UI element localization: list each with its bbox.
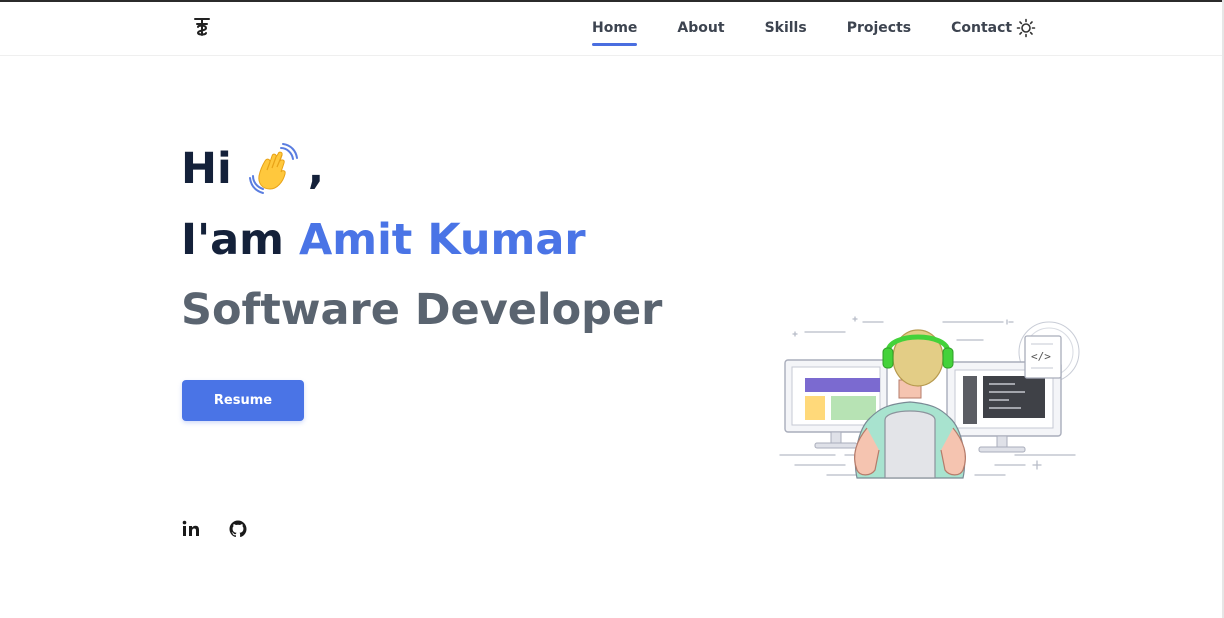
logo-icon[interactable]	[192, 16, 212, 38]
github-icon[interactable]	[228, 519, 248, 539]
nav-about[interactable]: About	[677, 20, 724, 44]
developer-name: Amit Kumar	[298, 215, 586, 265]
intro-prefix: I'am	[181, 215, 284, 265]
waving-hand-icon	[248, 143, 298, 194]
greeting-heading: Hi ,	[181, 142, 324, 196]
navbar: Home About Skills Projects Contact	[0, 2, 1222, 56]
nav-projects[interactable]: Projects	[847, 20, 911, 44]
nav-home[interactable]: Home	[592, 20, 638, 46]
nav-links: Home About Skills Projects Contact	[592, 20, 1052, 46]
svg-text:</>: </>	[1031, 350, 1051, 363]
linkedin-icon[interactable]	[181, 519, 201, 539]
nav-skills[interactable]: Skills	[765, 20, 807, 44]
greeting-suffix: ,	[307, 144, 325, 194]
role-heading: Software Developer	[181, 285, 663, 335]
resume-button[interactable]: Resume	[182, 380, 304, 421]
developer-illustration: </>	[779, 316, 1080, 479]
nav-contact[interactable]: Contact	[951, 20, 1012, 44]
intro-heading: I'am Amit Kumar	[181, 215, 586, 265]
greeting-text: Hi	[181, 144, 232, 194]
sun-icon[interactable]	[1016, 18, 1036, 38]
